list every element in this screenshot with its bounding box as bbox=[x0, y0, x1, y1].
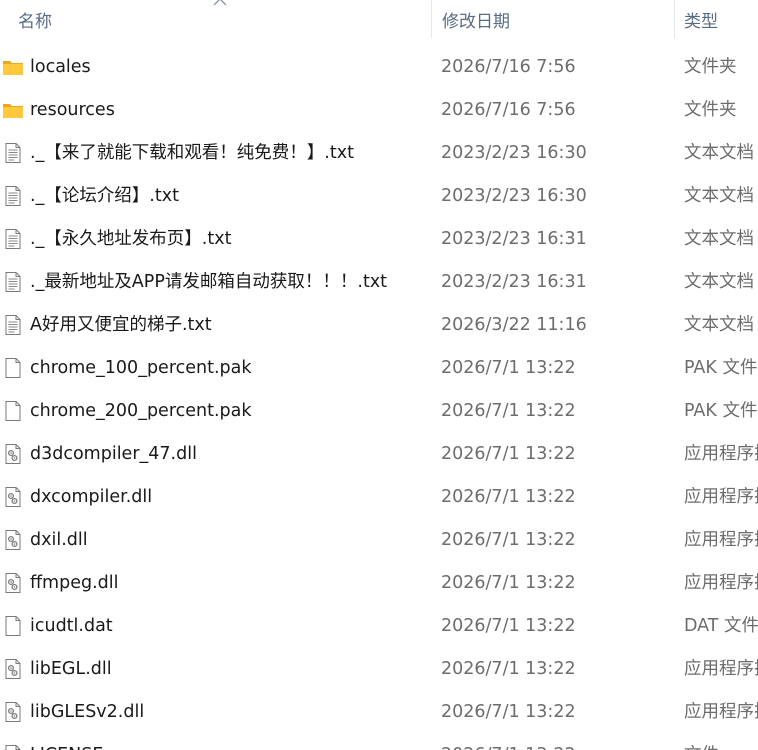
file-type: PAK 文件 bbox=[684, 358, 758, 378]
file-row[interactable]: chrome_200_percent.pak 2026/7/1 13:22 PAK … bbox=[0, 390, 758, 433]
file-type: 应用程序扩展 bbox=[684, 702, 758, 722]
file-name: ._【永久地址发布页】.txt bbox=[30, 229, 232, 249]
dll-file-icon bbox=[2, 658, 24, 680]
file-name: ._【论坛介绍】.txt bbox=[30, 186, 179, 206]
text-file-icon bbox=[2, 142, 24, 164]
blank-file-icon bbox=[2, 744, 24, 750]
file-row[interactable]: ._最新地址及APP请发邮箱自动获取！！！.txt 2023/2/23 16:31… bbox=[0, 261, 758, 304]
folder-icon bbox=[2, 56, 24, 78]
file-list: locales 2026/7/16 7:56 文件夹 resources 2026/7/… bbox=[0, 46, 758, 750]
file-explorer-details-view: 名称 修改日期 类型 locales 2026/7/16 7:56 文件夹 resou… bbox=[0, 0, 758, 750]
file-modified-date: 2026/3/22 11:16 bbox=[441, 315, 587, 335]
file-type: 应用程序扩展 bbox=[684, 573, 758, 593]
file-modified-date: 2023/2/23 16:30 bbox=[441, 143, 587, 163]
file-row[interactable]: ._【永久地址发布页】.txt 2023/2/23 16:31 文本文档 bbox=[0, 218, 758, 261]
file-modified-date: 2026/7/1 13:22 bbox=[441, 444, 576, 464]
dll-file-icon bbox=[2, 572, 24, 594]
file-type: 文件夹 bbox=[684, 100, 737, 120]
file-type: 文件夹 bbox=[684, 57, 737, 77]
file-row[interactable]: libEGL.dll 2026/7/1 13:22 应用程序扩展 bbox=[0, 648, 758, 691]
column-header-type[interactable]: 类型 bbox=[675, 0, 758, 38]
file-row[interactable]: ffmpeg.dll 2026/7/1 13:22 应用程序扩展 bbox=[0, 562, 758, 605]
file-type: 文本文档 bbox=[684, 272, 754, 292]
file-name: chrome_200_percent.pak bbox=[30, 401, 252, 421]
column-header-type-label: 类型 bbox=[684, 11, 718, 32]
file-row[interactable]: LICENSE 2026/7/1 13:22 文件 bbox=[0, 734, 758, 750]
dll-file-icon bbox=[2, 486, 24, 508]
file-modified-date: 2026/7/1 13:22 bbox=[441, 616, 576, 636]
file-row[interactable]: icudtl.dat 2026/7/1 13:22 DAT 文件 bbox=[0, 605, 758, 648]
file-type: 文本文档 bbox=[684, 315, 754, 335]
file-row[interactable]: locales 2026/7/16 7:56 文件夹 bbox=[0, 46, 758, 89]
file-name: resources bbox=[30, 100, 115, 120]
file-row[interactable]: libGLESv2.dll 2026/7/1 13:22 应用程序扩展 bbox=[0, 691, 758, 734]
file-modified-date: 2026/7/1 13:22 bbox=[441, 530, 576, 550]
folder-icon bbox=[2, 99, 24, 121]
file-name: ._最新地址及APP请发邮箱自动获取！！！.txt bbox=[30, 272, 388, 292]
file-name: libEGL.dll bbox=[30, 659, 112, 679]
file-row[interactable]: A好用又便宜的梯子.txt 2026/3/22 11:16 文本文档 bbox=[0, 304, 758, 347]
file-modified-date: 2026/7/1 13:22 bbox=[441, 734, 576, 750]
file-row[interactable]: ._【论坛介绍】.txt 2023/2/23 16:30 文本文档 bbox=[0, 175, 758, 218]
text-file-icon bbox=[2, 314, 24, 336]
file-modified-date: 2026/7/16 7:56 bbox=[441, 100, 576, 120]
file-name: icudtl.dat bbox=[30, 616, 113, 636]
file-name: ffmpeg.dll bbox=[30, 573, 119, 593]
text-file-icon bbox=[2, 185, 24, 207]
file-row[interactable]: dxil.dll 2026/7/1 13:22 应用程序扩展 bbox=[0, 519, 758, 562]
file-type: DAT 文件 bbox=[684, 616, 758, 636]
file-type: 文本文档 bbox=[684, 186, 754, 206]
column-header-date[interactable]: 修改日期 bbox=[432, 0, 674, 38]
file-name: libGLESv2.dll bbox=[30, 702, 145, 722]
file-modified-date: 2026/7/1 13:22 bbox=[441, 358, 576, 378]
file-name: dxcompiler.dll bbox=[30, 487, 153, 507]
blank-file-icon bbox=[2, 615, 24, 637]
file-row[interactable]: chrome_100_percent.pak 2026/7/1 13:22 PAK … bbox=[0, 347, 758, 390]
file-name: A好用又便宜的梯子.txt bbox=[30, 315, 212, 335]
file-name: d3dcompiler_47.dll bbox=[30, 444, 197, 464]
file-type: 应用程序扩展 bbox=[684, 530, 758, 550]
file-type: 应用程序扩展 bbox=[684, 487, 758, 507]
dll-file-icon bbox=[2, 443, 24, 465]
file-row[interactable]: dxcompiler.dll 2026/7/1 13:22 应用程序扩展 bbox=[0, 476, 758, 519]
file-type: 应用程序扩展 bbox=[684, 659, 758, 679]
column-header-name-label: 名称 bbox=[18, 11, 52, 32]
file-row[interactable]: d3dcompiler_47.dll 2026/7/1 13:22 应用程序扩展 bbox=[0, 433, 758, 476]
dll-file-icon bbox=[2, 529, 24, 551]
file-type: 应用程序扩展 bbox=[684, 444, 758, 464]
file-modified-date: 2026/7/1 13:22 bbox=[441, 659, 576, 679]
sort-ascending-icon bbox=[213, 0, 227, 6]
file-modified-date: 2026/7/1 13:22 bbox=[441, 573, 576, 593]
blank-file-icon bbox=[2, 400, 24, 422]
column-header-bar: 名称 修改日期 类型 bbox=[0, 0, 758, 38]
file-modified-date: 2026/7/16 7:56 bbox=[441, 57, 576, 77]
file-type: PAK 文件 bbox=[684, 401, 758, 421]
file-type: 文件 bbox=[684, 734, 758, 750]
file-name: LICENSE bbox=[30, 734, 103, 750]
file-row[interactable]: resources 2026/7/16 7:56 文件夹 bbox=[0, 89, 758, 132]
file-type: 文本文档 bbox=[684, 143, 754, 163]
text-file-icon bbox=[2, 228, 24, 250]
file-modified-date: 2023/2/23 16:31 bbox=[441, 272, 587, 292]
column-header-date-label: 修改日期 bbox=[442, 11, 510, 32]
file-modified-date: 2023/2/23 16:30 bbox=[441, 186, 587, 206]
file-name: ._【来了就能下载和观看！纯免费！】.txt bbox=[30, 143, 354, 163]
file-name: chrome_100_percent.pak bbox=[30, 358, 252, 378]
file-name: locales bbox=[30, 57, 91, 77]
file-modified-date: 2026/7/1 13:22 bbox=[441, 487, 576, 507]
file-modified-date: 2023/2/23 16:31 bbox=[441, 229, 587, 249]
file-type: 文本文档 bbox=[684, 229, 754, 249]
file-modified-date: 2026/7/1 13:22 bbox=[441, 401, 576, 421]
file-name: dxil.dll bbox=[30, 530, 88, 550]
dll-file-icon bbox=[2, 701, 24, 723]
file-modified-date: 2026/7/1 13:22 bbox=[441, 702, 576, 722]
text-file-icon bbox=[2, 271, 24, 293]
blank-file-icon bbox=[2, 357, 24, 379]
file-row[interactable]: ._【来了就能下载和观看！纯免费！】.txt 2023/2/23 16:30 文本文… bbox=[0, 132, 758, 175]
